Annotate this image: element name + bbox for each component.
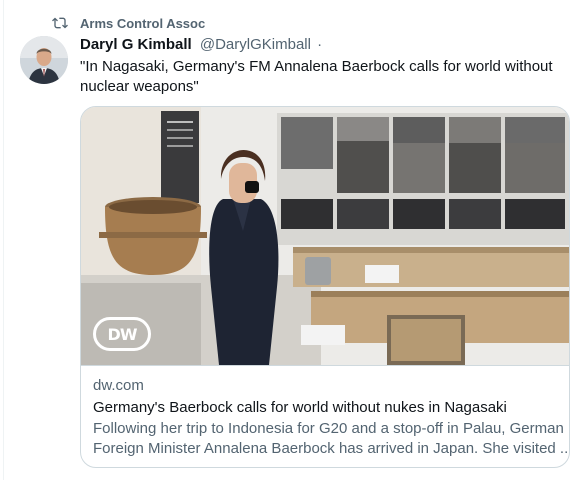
tweet-text: "In Nagasaki, Germany's FM Annalena Baer… — [80, 58, 553, 95]
card-image[interactable]: DW — [81, 107, 569, 365]
retweet-icon — [52, 17, 68, 29]
avatar[interactable] — [20, 36, 68, 84]
card-description-line1: Following her trip to Indonesia for G20 … — [93, 420, 564, 437]
tweet-header: Daryl G Kimball @DarylGKimball · — [80, 36, 322, 53]
author-name[interactable]: Daryl G Kimball — [80, 36, 192, 53]
card-domain: dw.com — [93, 377, 144, 394]
card-photo — [81, 107, 569, 365]
retweet-context[interactable]: Arms Control Assoc — [52, 14, 205, 32]
card-description: Following her trip to Indonesia for G20 … — [93, 419, 570, 459]
card-title: Germany's Baerbock calls for world witho… — [93, 399, 507, 416]
dw-logo-text: DW — [107, 324, 138, 344]
retweeter-name: Arms Control Assoc — [80, 15, 206, 31]
header-separator: · — [317, 36, 323, 53]
card-info[interactable]: dw.com Germany's Baerbock calls for worl… — [81, 365, 569, 467]
timeline-divider — [3, 0, 4, 480]
dw-logo: DW — [93, 317, 151, 351]
author-handle[interactable]: @DarylGKimball — [200, 36, 311, 53]
avatar-image — [20, 36, 68, 84]
card-description-line2: Foreign Minister Annalena Baerbock has a… — [93, 440, 570, 457]
link-card[interactable]: DW dw.com Germany's Baerbock calls for w… — [80, 106, 570, 468]
